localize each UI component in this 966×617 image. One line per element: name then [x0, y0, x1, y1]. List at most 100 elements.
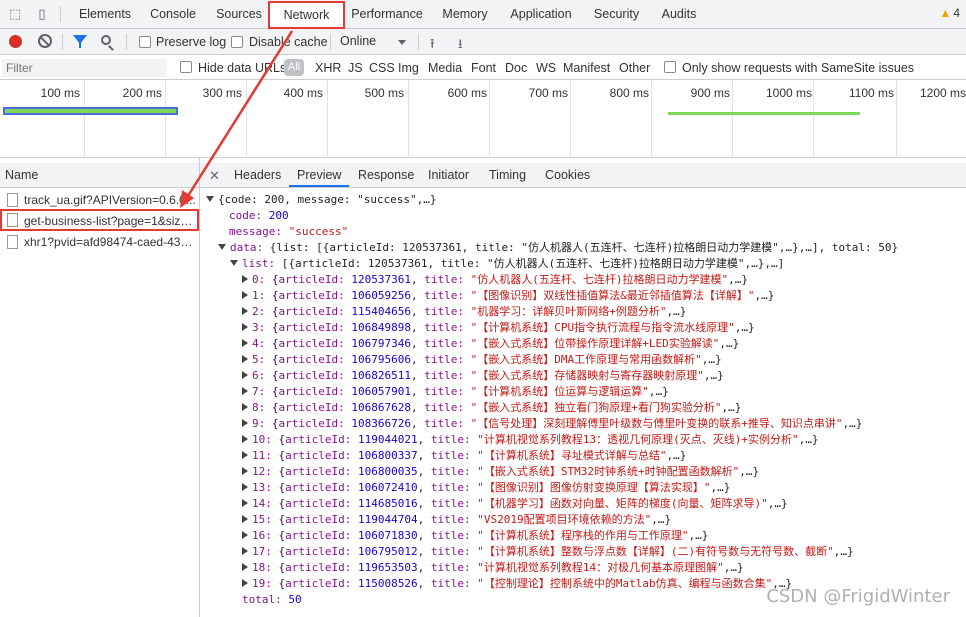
expand-triangle-icon[interactable] [242, 547, 248, 555]
tab-cookies[interactable]: Cookies [545, 163, 590, 187]
request-row[interactable]: xhr1?pvid=afd98474-caed-435... [0, 232, 199, 252]
type-filter-css[interactable]: CSS [369, 61, 395, 75]
expand-triangle-icon[interactable] [242, 483, 248, 491]
import-har-icon[interactable]: ⭱ [430, 35, 435, 57]
type-filter-xhr[interactable]: XHR [315, 61, 341, 75]
type-filter-img[interactable]: Img [398, 61, 419, 75]
expand-triangle-icon[interactable] [242, 403, 248, 411]
search-icon[interactable] [101, 35, 111, 45]
json-list-item[interactable]: 1: {articleId: 106059256, title: "【图像识别】… [242, 288, 774, 304]
json-comma: , [410, 385, 425, 398]
expand-triangle-icon[interactable] [242, 579, 248, 587]
expand-triangle-icon[interactable] [242, 451, 248, 459]
timeline-overview[interactable]: 100 ms 200 ms 300 ms 400 ms 500 ms 600 m… [0, 80, 966, 158]
json-list-node[interactable]: list: [{articleId: 120537361, title: "仿人… [230, 256, 784, 272]
tab-console[interactable]: Console [143, 0, 203, 28]
tab-memory[interactable]: Memory [436, 0, 494, 28]
warnings-indicator[interactable]: ▲ 4 [939, 6, 960, 20]
json-list-item[interactable]: 3: {articleId: 106849898, title: "【计算机系统… [242, 320, 755, 336]
json-root-node[interactable]: {code: 200, message: "success",…} [206, 192, 437, 208]
json-list-item[interactable]: 19: {articleId: 115008526, title: "【控制理论… [242, 576, 792, 592]
type-filter-media[interactable]: Media [428, 61, 462, 75]
type-filter-manifest[interactable]: Manifest [563, 61, 610, 75]
expand-triangle-icon[interactable] [242, 531, 248, 539]
type-filter-doc[interactable]: Doc [505, 61, 527, 75]
json-key: articleId: [278, 273, 345, 286]
type-filter-ws[interactable]: WS [536, 61, 556, 75]
type-filter-font[interactable]: Font [471, 61, 496, 75]
expand-triangle-icon[interactable] [242, 307, 248, 315]
expand-triangle-icon[interactable] [242, 371, 248, 379]
tab-application[interactable]: Application [503, 0, 579, 28]
export-har-icon[interactable]: ⭳ [458, 35, 463, 57]
json-list-item[interactable]: 10: {articleId: 119044021, title: "计算机视觉… [242, 432, 818, 448]
tab-security[interactable]: Security [588, 0, 645, 28]
type-filter-js[interactable]: JS [348, 61, 363, 75]
inspect-element-icon[interactable]: ⬚ [6, 5, 24, 23]
tab-elements[interactable]: Elements [72, 0, 138, 28]
type-filter-other[interactable]: Other [619, 61, 650, 75]
json-list-item[interactable]: 4: {articleId: 106797346, title: "【嵌入式系统… [242, 336, 739, 352]
samesite-checkbox[interactable] [664, 61, 676, 73]
filter-icon[interactable] [73, 35, 87, 48]
json-list-item[interactable]: 5: {articleId: 106795606, title: "【嵌入式系统… [242, 352, 722, 368]
json-key: articleId: [285, 561, 352, 574]
hide-data-urls-checkbox[interactable] [180, 61, 192, 73]
json-list-item[interactable]: 13: {articleId: 106072410, title: "【图像识别… [242, 480, 730, 496]
tab-headers[interactable]: Headers [234, 163, 281, 187]
expand-triangle-icon[interactable] [242, 467, 248, 475]
close-icon[interactable]: ✕ [209, 168, 220, 184]
record-icon[interactable] [9, 35, 22, 48]
expand-triangle-icon[interactable] [218, 244, 226, 250]
expand-triangle-icon[interactable] [242, 355, 248, 363]
json-list-item[interactable]: 15: {articleId: 119044704, title: "VS201… [242, 512, 671, 528]
expand-triangle-icon[interactable] [242, 291, 248, 299]
expand-triangle-icon[interactable] [206, 196, 214, 202]
request-row-selected[interactable]: get-business-list?page=1&size... [0, 209, 199, 231]
tab-sources[interactable]: Sources [208, 0, 270, 28]
device-toolbar-icon[interactable]: ▯ [33, 5, 51, 23]
tab-performance[interactable]: Performance [347, 0, 427, 28]
expand-triangle-icon[interactable] [242, 339, 248, 347]
clear-icon[interactable] [38, 34, 52, 48]
disable-cache-checkbox[interactable] [231, 36, 243, 48]
timeline-tick-label: 700 ms [528, 86, 568, 100]
type-filter-all[interactable]: All [284, 59, 304, 76]
json-list-item[interactable]: 14: {articleId: 114685016, title: "【机器学习… [242, 496, 788, 512]
json-list-item[interactable]: 12: {articleId: 106800035, title: "【嵌入式系… [242, 464, 759, 480]
expand-triangle-icon[interactable] [242, 275, 248, 283]
json-list-item[interactable]: 0: {articleId: 120537361, title: "仿人机器人(… [242, 272, 748, 288]
json-list-item[interactable]: 2: {articleId: 115404656, title: "机器学习：详… [242, 304, 686, 320]
json-list-item[interactable]: 11: {articleId: 106800337, title: "【计算机系… [242, 448, 686, 464]
expand-triangle-icon[interactable] [242, 515, 248, 523]
json-data-node[interactable]: data: {list: [{articleId: 120537361, tit… [218, 240, 898, 256]
json-list-item[interactable]: 7: {articleId: 106057901, title: "【计算机系统… [242, 384, 669, 400]
request-row[interactable]: track_ua.gif?APIVersion=0.6.0... [0, 190, 199, 210]
chevron-down-icon[interactable] [398, 40, 406, 45]
json-key: title: [430, 529, 471, 542]
expand-triangle-icon[interactable] [242, 323, 248, 331]
expand-triangle-icon[interactable] [242, 435, 248, 443]
tab-response[interactable]: Response [358, 163, 414, 187]
tab-timing[interactable]: Timing [489, 163, 526, 187]
expand-triangle-icon[interactable] [242, 499, 248, 507]
expand-triangle-icon[interactable] [242, 563, 248, 571]
tab-network[interactable]: Network [268, 1, 345, 29]
json-list-item[interactable]: 6: {articleId: 106826511, title: "【嵌入式系统… [242, 368, 724, 384]
json-list-item[interactable]: 18: {articleId: 119653503, title: "计算机视觉… [242, 560, 744, 576]
filter-input[interactable] [2, 59, 167, 77]
tab-preview[interactable]: Preview [289, 163, 350, 187]
expand-triangle-icon[interactable] [230, 260, 238, 266]
expand-triangle-icon[interactable] [242, 387, 248, 395]
json-key: title: [430, 577, 471, 590]
tab-audits[interactable]: Audits [654, 0, 704, 28]
tab-initiator[interactable]: Initiator [428, 163, 469, 187]
json-list-item[interactable]: 16: {articleId: 106071830, title: "【计算机系… [242, 528, 708, 544]
name-column-header[interactable]: Name [0, 163, 199, 188]
preserve-log-checkbox[interactable] [139, 36, 151, 48]
json-list-item[interactable]: 17: {articleId: 106795012, title: "【计算机系… [242, 544, 854, 560]
json-list-item[interactable]: 9: {articleId: 108366726, title: "【信号处理】… [242, 416, 862, 432]
throttling-select[interactable]: Online [340, 34, 376, 48]
expand-triangle-icon[interactable] [242, 419, 248, 427]
json-list-item[interactable]: 8: {articleId: 106867628, title: "【嵌入式系统… [242, 400, 741, 416]
